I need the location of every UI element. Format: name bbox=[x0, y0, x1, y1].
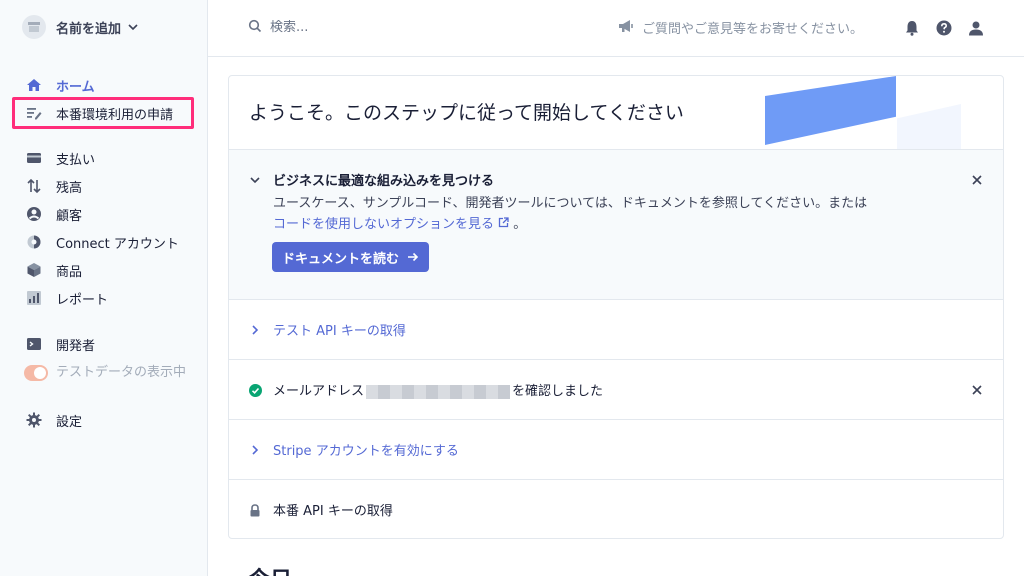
sidebar-item-label: 残高 bbox=[56, 180, 83, 196]
step-email-verified: メールアドレス を確認しました bbox=[229, 360, 1003, 420]
external-link-icon bbox=[498, 217, 513, 232]
sidebar-item-label: ホーム bbox=[56, 79, 95, 95]
help-icon[interactable] bbox=[934, 18, 954, 38]
sidebar-item-label: Connect アカウント bbox=[56, 236, 179, 252]
sidebar-item-balance[interactable]: 残高 bbox=[12, 172, 194, 200]
sidebar-item-products[interactable]: 商品 bbox=[12, 256, 194, 284]
feedback-link[interactable]: ご質問やご意見等をお寄せください。 bbox=[618, 18, 863, 37]
search-input[interactable] bbox=[270, 20, 470, 35]
terminal-icon bbox=[24, 336, 44, 352]
store-icon bbox=[22, 15, 46, 39]
no-code-options-link[interactable]: コードを使用しないオプションを見る bbox=[273, 217, 513, 232]
step-live-api-keys: 本番 API キーの取得 bbox=[229, 480, 1003, 538]
close-icon[interactable] bbox=[969, 172, 985, 188]
box-icon bbox=[24, 262, 44, 278]
sidebar-item-home[interactable]: ホーム bbox=[12, 71, 194, 99]
page-title: ようこそ。このステップに従って開始してください bbox=[249, 102, 684, 124]
activation-form-icon bbox=[24, 105, 44, 121]
lock-icon bbox=[247, 502, 263, 518]
sidebar-item-label: 本番環境利用の申請 bbox=[56, 107, 174, 123]
account-switcher[interactable]: 名前を追加 bbox=[22, 14, 139, 40]
chevron-down-icon[interactable] bbox=[247, 172, 263, 188]
step-find-integration: ビジネスに最適な組み込みを見つける ユースケース、サンプルコード、開発者ツールに… bbox=[229, 150, 1003, 300]
chevron-right-icon bbox=[247, 442, 263, 458]
user-icon[interactable] bbox=[966, 18, 986, 38]
decorative-shape bbox=[897, 104, 961, 149]
step-title: Stripe アカウントを有効にする bbox=[273, 444, 459, 459]
sidebar-item-developers[interactable]: 開発者 bbox=[12, 330, 194, 358]
sidebar-item-label: 顧客 bbox=[56, 208, 83, 224]
link-text: コードを使用しないオプションを見る bbox=[273, 217, 495, 232]
description-suffix: 。 bbox=[513, 217, 527, 232]
sidebar-item-label: 商品 bbox=[56, 264, 83, 280]
bell-icon[interactable] bbox=[902, 18, 922, 38]
button-label: ドキュメントを読む bbox=[282, 251, 400, 267]
sidebar-item-customers[interactable]: 顧客 bbox=[12, 200, 194, 228]
read-docs-button[interactable]: ドキュメントを読む bbox=[272, 242, 430, 272]
sidebar-item-activation[interactable]: 本番環境利用の申請 bbox=[12, 97, 194, 129]
sidebar-item-label: 設定 bbox=[56, 414, 83, 430]
megaphone-icon bbox=[618, 19, 634, 37]
decorative-shape bbox=[765, 76, 896, 145]
feedback-text: ご質問やご意見等をお寄せください。 bbox=[642, 22, 864, 37]
step-activate-account[interactable]: Stripe アカウントを有効にする bbox=[229, 420, 1003, 480]
sidebar: 名前を追加 ホーム 本番環境利用の申請 支払い 残高 顧客 Connect アカ… bbox=[0, 0, 208, 576]
step-title: 本番 API キーの取得 bbox=[273, 504, 393, 519]
chevron-right-icon bbox=[247, 322, 263, 338]
account-name: 名前を追加 bbox=[56, 21, 122, 37]
arrow-right-icon bbox=[407, 251, 419, 263]
step-title: ビジネスに最適な組み込みを見つける bbox=[273, 174, 495, 189]
toggle-switch[interactable] bbox=[24, 365, 48, 381]
report-icon bbox=[24, 290, 44, 306]
masked-email bbox=[366, 384, 511, 399]
sidebar-item-label: 開発者 bbox=[56, 338, 96, 354]
search-icon bbox=[248, 18, 262, 37]
sidebar-item-payments[interactable]: 支払い bbox=[12, 144, 194, 172]
test-data-label: テストデータの表示中 bbox=[56, 365, 187, 380]
home-icon bbox=[24, 77, 44, 93]
sidebar-item-connect[interactable]: Connect アカウント bbox=[12, 228, 194, 256]
payments-icon bbox=[24, 150, 44, 166]
sidebar-item-settings[interactable]: 設定 bbox=[12, 406, 194, 434]
search-box[interactable] bbox=[248, 18, 470, 37]
close-icon[interactable] bbox=[969, 382, 985, 398]
top-bar: ご質問やご意見等をお寄せください。 bbox=[208, 0, 1024, 57]
check-circle-icon bbox=[247, 382, 263, 398]
test-data-toggle[interactable]: テストデータの表示中 bbox=[24, 362, 194, 383]
title-suffix: を確認しました bbox=[512, 384, 604, 399]
gear-icon bbox=[24, 412, 44, 428]
sidebar-item-label: レポート bbox=[56, 292, 109, 308]
customer-icon bbox=[24, 206, 44, 222]
description-text: ユースケース、サンプルコード、開発者ツールについては、ドキュメントを参照してくだ… bbox=[273, 196, 868, 211]
chevron-down-icon bbox=[127, 21, 139, 33]
title-prefix: メールアドレス bbox=[273, 384, 365, 399]
step-description: ユースケース、サンプルコード、開発者ツールについては、ドキュメントを参照してくだ… bbox=[273, 193, 953, 235]
sidebar-item-reports[interactable]: レポート bbox=[12, 284, 194, 312]
connect-icon bbox=[24, 234, 44, 250]
sidebar-item-label: 支払い bbox=[56, 152, 96, 168]
balance-icon bbox=[24, 178, 44, 194]
step-test-api-keys[interactable]: テスト API キーの取得 bbox=[229, 300, 1003, 360]
step-title: テスト API キーの取得 bbox=[273, 324, 406, 339]
today-heading: 今日 bbox=[248, 562, 292, 576]
step-title: メールアドレス を確認しました bbox=[273, 380, 603, 399]
onboarding-card: ようこそ。このステップに従って開始してください ビジネスに最適な組み込みを見つけ… bbox=[228, 75, 1004, 539]
card-header: ようこそ。このステップに従って開始してください bbox=[229, 76, 1003, 150]
